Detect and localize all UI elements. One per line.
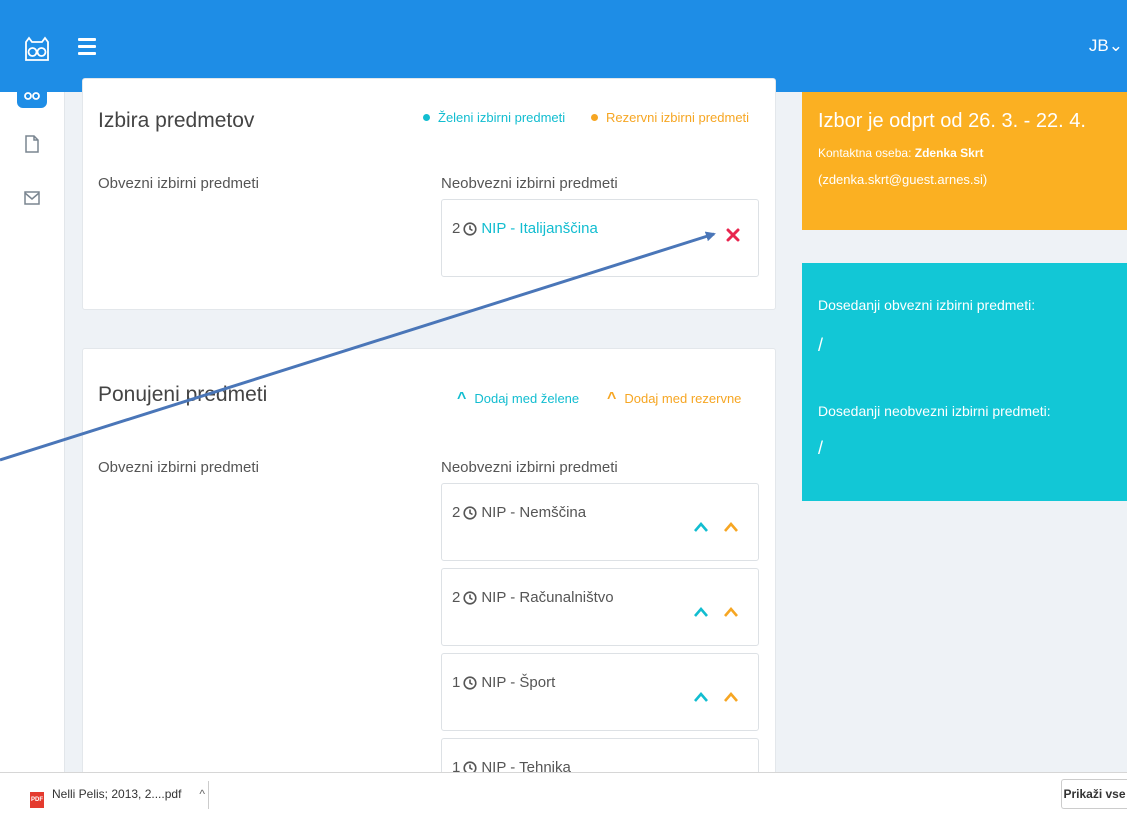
subject-hours: 2 [452,589,461,606]
subject-label: 2 NIP - Računalništvo [452,589,614,609]
previous-subjects-panel: Dosedanji obvezni izbirni predmeti: / Do… [802,263,1127,501]
add-wanted-label: Dodaj med želene [474,391,580,406]
list-item: 2 NIP - Računalništvo [441,568,759,646]
selected-subject-card: 2 NIP - Italijanščina [441,199,759,277]
user-menu[interactable]: JB⌄ [1089,36,1123,56]
column-mandatory: Obvezni izbirni predmeti [98,459,259,476]
legend-reserve: Rezervni izbirni predmeti [591,110,749,125]
pdf-icon: PDF [30,792,44,808]
add-reserve-label: Dodaj med rezervne [624,391,742,406]
previous-mandatory-label: Dosedanji obvezni izbirni predmeti: [818,297,1036,313]
info-panel: Izbor je odprt od 26. 3. - 22. 4. Kontak… [802,92,1127,230]
contact-line: Kontaktna oseba: Zdenka Skrt [818,146,983,160]
envelope-icon[interactable] [22,188,42,208]
offered-subject-list: 2 NIP - Nemščina 2 NIP - Računalništvo 1 NI… [441,483,759,779]
contact-label: Kontaktna oseba: [818,146,912,160]
offered-card: Ponujeni predmeti ^ Dodaj med želene ^ Dod… [82,348,776,780]
chevron-down-icon: ⌄ [1108,36,1123,55]
add-wanted-button[interactable] [692,605,710,619]
previous-optional-label: Dosedanji neobvezni izbirni predmeti: [818,403,1051,419]
subject-hours: 2 [452,504,461,521]
subject-hours: 1 [452,674,461,691]
subject-label: 1 NIP - Šport [452,674,555,694]
download-bar: PDF Nelli Pelis; 2013, 2....pdf ^ Prikaži … [0,772,1127,817]
user-initials: JB [1088,36,1109,55]
list-item: 1 NIP - Šport [441,653,759,731]
column-optional: Neobvezni izbirni predmeti [441,175,618,192]
dot-icon [591,114,598,121]
add-reserve-button[interactable] [722,520,740,534]
subject-hours: 2 [452,220,461,237]
previous-mandatory-value: / [818,335,824,355]
clock-icon [463,591,477,609]
download-file-name: Nelli Pelis; 2013, 2....pdf [52,787,182,801]
add-wanted-button[interactable] [692,520,710,534]
column-optional: Neobvezni izbirni predmeti [441,459,618,476]
sidebar [0,90,65,772]
page-title: Izbira predmetov [98,109,255,132]
legend-reserve-label: Rezervni izbirni predmeti [606,110,750,125]
section-title: Ponujeni predmeti [98,383,268,406]
legend-wanted-label: Želeni izbirni predmeti [438,110,566,125]
sidebar-item-owl[interactable] [17,90,47,108]
add-wanted-button[interactable] [692,690,710,704]
add-reserve-button[interactable] [722,690,740,704]
chevron-up-icon: ^ [457,390,467,407]
chevron-up-icon[interactable]: ^ [199,787,205,801]
subject-name: NIP - Šport [481,674,556,691]
clock-icon [463,222,477,240]
subject-label: 2 NIP - Italijanščina [452,220,598,240]
clock-icon [463,506,477,524]
dot-icon [423,114,430,121]
show-all-button[interactable]: Prikaži vse [1061,779,1127,809]
owl-logo-icon[interactable] [24,36,50,62]
previous-optional-value: / [818,438,824,458]
add-reserve-legend: ^ Dodaj med rezervne [607,390,741,408]
chevron-up-icon: ^ [607,390,617,407]
selection-card: Izbira predmetov Želeni izbirni predmeti… [82,78,776,310]
contact-email[interactable]: (zdenka.skrt@guest.arnes.si) [818,172,987,187]
column-mandatory: Obvezni izbirni predmeti [98,175,259,192]
add-wanted-legend: ^ Dodaj med želene [457,390,579,408]
clock-icon [463,676,477,694]
subject-name: NIP - Nemščina [481,504,587,521]
remove-icon[interactable] [726,228,740,247]
subject-name: NIP - Računalništvo [481,589,614,606]
subject-label: 2 NIP - Nemščina [452,504,586,524]
list-item: 2 NIP - Nemščina [441,483,759,561]
document-icon[interactable] [22,134,42,154]
contact-name: Zdenka Skrt [914,146,984,160]
legend-wanted: Želeni izbirni predmeti [423,110,565,125]
open-period: Izbor je odprt od 26. 3. - 22. 4. [818,110,1086,132]
subject-name[interactable]: NIP - Italijanščina [481,220,597,237]
add-reserve-button[interactable] [722,605,740,619]
hamburger-icon[interactable] [78,38,96,55]
divider [208,781,209,809]
download-item[interactable]: PDF Nelli Pelis; 2013, 2....pdf ^ [30,787,205,808]
